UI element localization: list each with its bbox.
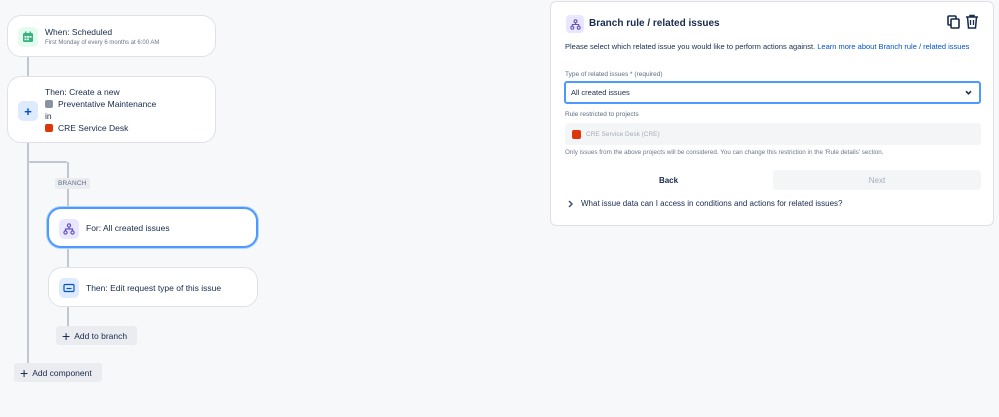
learn-more-link[interactable]: Learn more about Branch rule / related i… [817,42,969,51]
project-tag: CRE Service Desk (CRE) [572,129,660,139]
select-value: All created issues [571,88,630,97]
calendar-icon [18,27,38,47]
next-button[interactable]: Next [773,170,981,190]
issue-type-label: Preventative Maintenance [58,99,157,109]
type-required: (required) [634,71,663,78]
copy-icon[interactable] [947,15,960,29]
plus-icon: + [20,364,29,381]
branch-config-panel: Branch rule / related issues Please sele… [550,1,994,226]
restricted-projects-field: CRE Service Desk (CRE) [565,123,981,145]
plus-icon: + [18,101,38,121]
panel-description: Please select which related issue you wo… [565,41,985,53]
trigger-title: When: Scheduled [45,27,113,37]
branch-for-card[interactable]: For: All created issues [47,207,258,248]
project-tag-label: CRE Service Desk (CRE) [586,130,660,138]
expander-text: What issue data can I access in conditio… [581,199,843,208]
add-component-label: Add component [32,367,92,378]
project-icon [572,129,581,139]
project-row: CRE Service Desk [45,123,128,133]
add-to-branch-button[interactable]: + Add to branch [56,326,137,345]
branch-icon [59,219,79,239]
create-connector: in [45,111,52,121]
add-component-button[interactable]: + Add component [14,363,102,382]
branch-for-title: For: All created issues [86,223,170,233]
add-to-branch-label: Add to branch [74,330,128,341]
issue-data-expander[interactable]: What issue data can I access in conditio… [567,199,842,208]
type-label-text: Type of related issues * [565,71,633,78]
branch-icon [566,15,584,33]
project-label: CRE Service Desk [58,123,129,133]
create-action-card[interactable]: + Then: Create a new Preventative Mainte… [7,76,216,143]
edit-request-icon [59,278,79,298]
chevron-down-icon [965,90,972,95]
branch-tag: BRANCH [55,178,90,189]
issue-type-row: Preventative Maintenance [45,99,156,109]
branch-action-title: Then: Edit request type of this issue [86,283,222,293]
chevron-right-icon [568,199,574,208]
restriction-help-text: Only issues from the above projects will… [565,149,884,156]
delete-icon[interactable] [965,14,979,29]
plus-icon: + [62,327,71,344]
type-label: Type of related issues * (required) [565,71,663,78]
trigger-card[interactable]: When: Scheduled First Monday of every 6 … [7,15,216,57]
related-issues-select[interactable]: All created issues [564,81,981,104]
branch-action-card[interactable]: Then: Edit request type of this issue [48,267,258,307]
flow-line-branch-h [29,161,67,163]
trigger-subtitle: First Monday of every 6 months at 6:00 A… [45,40,160,46]
issue-type-icon [45,100,53,108]
restricted-label: Rule restricted to projects [565,111,639,118]
create-action-title: Then: Create a new [45,87,120,97]
project-icon [45,124,53,132]
panel-title: Branch rule / related issues [589,18,720,29]
description-text: Please select which related issue you wo… [565,42,816,51]
back-button[interactable]: Back [565,170,772,190]
